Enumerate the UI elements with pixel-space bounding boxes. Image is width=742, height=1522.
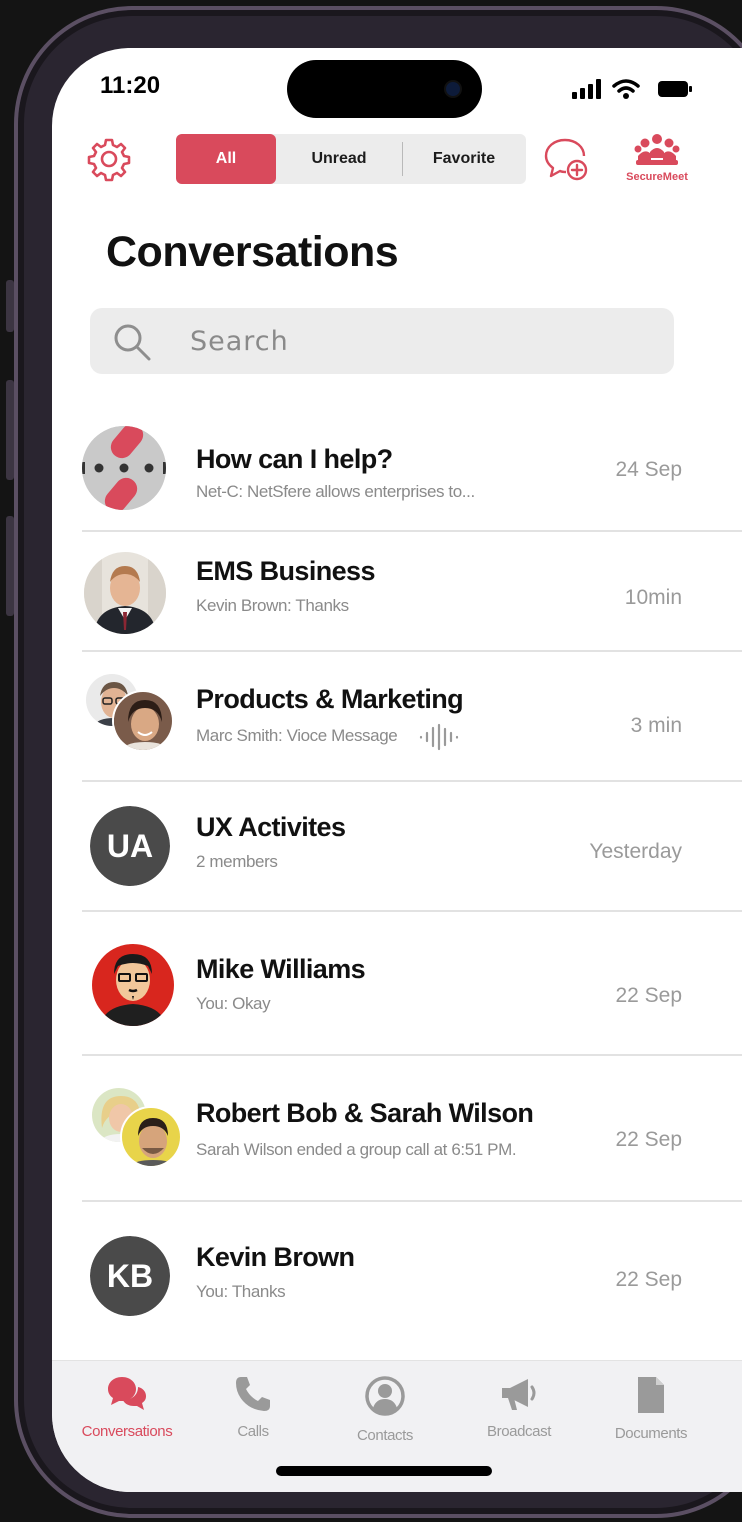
conversation-time: 10min — [624, 586, 682, 609]
filter-unread-tab[interactable]: Unread — [276, 134, 402, 184]
top-bar: All Unread Favorite SecureMeet — [52, 132, 742, 188]
avatar-initials: KB — [90, 1236, 170, 1316]
nav-contacts[interactable]: Contacts — [320, 1375, 450, 1444]
conversation-name: Products & Marketing — [196, 684, 464, 714]
avatar-initials: UA — [90, 806, 170, 886]
nav-calls[interactable]: Calls — [188, 1375, 318, 1440]
conversation-preview: Net-C: NetSfere allows enterprises to... — [196, 482, 475, 501]
securemeet-label: SecureMeet — [626, 171, 688, 183]
volume-down-button — [6, 516, 14, 616]
conversation-preview: You: Thanks — [196, 1282, 286, 1301]
chat-bubbles-icon — [108, 1377, 146, 1410]
search-input[interactable] — [190, 322, 650, 360]
conversation-list: How can I help? Net-C: NetSfere allows e… — [82, 406, 742, 1350]
conversation-time: 22 Sep — [615, 1128, 682, 1151]
nav-label: Broadcast — [487, 1423, 551, 1440]
nav-label: Documents — [614, 1425, 688, 1442]
conversation-row[interactable]: KB Kevin Brown You: Thanks 22 Sep — [82, 1202, 742, 1350]
status-icons — [572, 78, 692, 100]
conversation-name: Mike Williams — [196, 954, 366, 984]
side-button — [6, 280, 14, 332]
settings-gear-icon[interactable] — [86, 136, 132, 182]
conversation-time: 22 Sep — [615, 984, 682, 1007]
search-icon — [114, 324, 151, 361]
filter-all-tab[interactable]: All — [176, 134, 276, 184]
nav-label: Calls — [237, 1423, 269, 1440]
phone-icon — [236, 1377, 270, 1411]
conversation-preview: 2 members — [196, 852, 278, 871]
voice-waveform-icon — [419, 723, 459, 751]
filter-favorite-tab[interactable]: Favorite — [403, 134, 525, 184]
wifi-icon — [612, 79, 640, 99]
conversation-preview: Sarah Wilson ended a group call at 6:51 … — [196, 1140, 517, 1159]
conversation-name: How can I help? — [196, 444, 393, 474]
bot-avatar — [82, 426, 166, 510]
signal-icon — [572, 79, 601, 99]
home-indicator[interactable] — [276, 1466, 492, 1476]
conversation-time: Yesterday — [589, 840, 682, 863]
nav-conversations[interactable]: Conversations — [62, 1375, 192, 1440]
user-circle-icon — [365, 1376, 405, 1416]
conversation-time: 22 Sep — [615, 1268, 682, 1291]
conversation-name: Kevin Brown — [196, 1242, 355, 1272]
conversation-time: 3 min — [630, 714, 682, 737]
group-member-avatar — [120, 1106, 182, 1168]
dynamic-island — [287, 60, 482, 118]
conversation-row[interactable]: How can I help? Net-C: NetSfere allows e… — [82, 406, 742, 532]
search-bar[interactable] — [90, 308, 674, 374]
phone-screen: 11:20 All Unread Favorite SecureMeet Con… — [52, 48, 742, 1492]
conversation-preview: Marc Smith: Vioce Message — [196, 726, 398, 745]
status-time: 11:20 — [100, 72, 161, 99]
megaphone-icon — [502, 1379, 536, 1410]
conversation-row[interactable]: EMS Business Kevin Brown: Thanks 10min — [82, 532, 742, 652]
conversation-preview: Kevin Brown: Thanks — [196, 596, 349, 615]
conversation-name: EMS Business — [196, 556, 375, 586]
status-bar: 11:20 — [52, 48, 742, 128]
nav-documents[interactable]: Documents — [586, 1375, 716, 1442]
conversation-row[interactable]: Products & Marketing Marc Smith: Vioce M… — [82, 652, 742, 782]
conversation-row[interactable]: Mike Williams You: Okay 22 Sep — [82, 912, 742, 1056]
initials-avatar: UA — [90, 806, 170, 886]
conversation-row[interactable]: Robert Bob & Sarah Wilson Sarah Wilson e… — [82, 1056, 742, 1202]
nav-label: Conversations — [81, 1423, 173, 1440]
new-chat-icon[interactable] — [542, 134, 592, 184]
securemeet-button[interactable]: SecureMeet — [618, 132, 696, 188]
meeting-group-icon — [634, 134, 680, 165]
page-title: Conversations — [106, 228, 399, 276]
nav-broadcast[interactable]: Broadcast — [454, 1375, 584, 1440]
cartoon-avatar — [92, 944, 174, 1026]
document-icon — [638, 1377, 664, 1413]
nav-label: Contacts — [357, 1427, 413, 1444]
conversation-time: 24 Sep — [615, 458, 682, 481]
conversation-row[interactable]: UA UX Activites 2 members Yesterday — [82, 782, 742, 912]
camera-icon — [446, 82, 460, 96]
filter-segmented-control: All Unread Favorite — [176, 134, 526, 184]
conversation-name: Robert Bob & Sarah Wilson — [196, 1098, 534, 1128]
conversation-preview: You: Okay — [196, 994, 271, 1013]
group-member-avatar — [112, 690, 174, 752]
battery-icon — [658, 81, 692, 97]
conversation-name: UX Activites — [196, 812, 346, 842]
volume-up-button — [6, 380, 14, 480]
contact-photo-avatar — [84, 552, 166, 634]
initials-avatar: KB — [90, 1236, 170, 1316]
